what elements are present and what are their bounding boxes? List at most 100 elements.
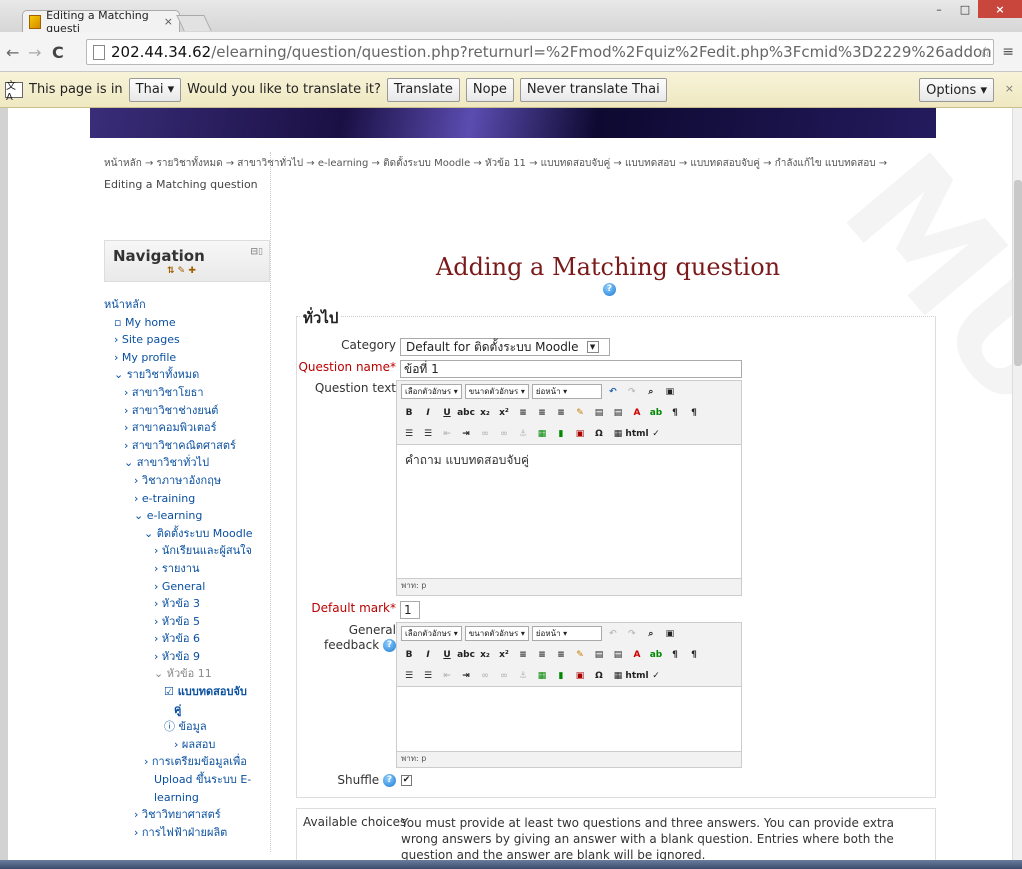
nav-tree-item[interactable]: › นักเรียนและผู้สนใจ (104, 542, 270, 560)
reload-icon[interactable]: C (52, 43, 64, 62)
html-source-icon[interactable]: html (625, 668, 648, 683)
strikethrough-icon[interactable]: abc (457, 647, 475, 662)
anchor-icon[interactable]: ⚓ (515, 426, 531, 441)
superscript-icon[interactable]: x² (496, 405, 512, 420)
equation-icon[interactable]: ▣ (572, 426, 588, 441)
nav-tree-item[interactable]: ⌄ สาขาวิชาทั่วไป (104, 454, 270, 472)
numbered-list-icon[interactable]: ☰ (420, 426, 436, 441)
ltr-icon[interactable]: ¶ (667, 647, 683, 662)
nav-tree-item[interactable]: › สาขาวิชาคณิตศาสตร์ (104, 437, 270, 455)
paste-word-icon[interactable]: ▤ (610, 647, 626, 662)
nav-tree-item[interactable]: learning (104, 789, 270, 807)
table-icon[interactable]: ▦ (610, 426, 626, 441)
maximize-button[interactable]: □ (952, 0, 978, 18)
find-icon[interactable]: ⌕ (643, 626, 659, 641)
close-window-button[interactable]: × (978, 0, 1022, 18)
question-name-input[interactable]: ข้อที่ 1 (400, 360, 742, 378)
rtl-icon[interactable]: ¶ (686, 647, 702, 662)
special-char-icon[interactable]: Ω (591, 668, 607, 683)
nav-tree-item[interactable]: › การเตรียมข้อมูลเพื่อ (104, 753, 270, 771)
nav-tree-item[interactable]: › Site pages (104, 331, 270, 349)
language-select[interactable]: Thai ▾ (128, 77, 182, 102)
anchor-icon[interactable]: ⚓ (515, 668, 531, 683)
nav-tree-item[interactable]: ▫ My home (104, 314, 270, 332)
category-select[interactable]: Default for ติดตั้งระบบ Moodle ▼ (400, 338, 610, 356)
nav-tree-item[interactable]: › สาขาวิชาช่างยนต์ (104, 402, 270, 420)
font-size-select[interactable]: ขนาดตัวอักษร ▾ (464, 384, 529, 399)
minimize-button[interactable]: – (926, 0, 952, 18)
outdent-icon[interactable]: ⇤ (439, 426, 455, 441)
indent-icon[interactable]: ⇥ (458, 668, 474, 683)
help-icon[interactable]: ? (383, 774, 396, 787)
general-feedback-area[interactable] (397, 686, 741, 752)
infobar-close-icon[interactable]: × (1005, 82, 1014, 95)
strikethrough-icon[interactable]: abc (457, 405, 475, 420)
nav-tree-item[interactable]: › e-training (104, 490, 270, 508)
underline-icon[interactable]: U (439, 405, 455, 420)
nav-tree-item[interactable]: คู่ (104, 701, 270, 719)
bold-icon[interactable]: B (401, 647, 417, 662)
text-color-icon[interactable]: A (629, 405, 645, 420)
highlight-icon[interactable]: ab (648, 405, 664, 420)
translate-button[interactable]: Translate (386, 77, 460, 102)
nav-tree-item[interactable]: › รายงาน (104, 560, 270, 578)
media-icon[interactable]: ▮ (553, 668, 569, 683)
page-scrollbar[interactable] (1012, 108, 1022, 860)
nav-tree-item[interactable]: ⌄ รายวิชาทั้งหมด (104, 366, 270, 384)
italic-icon[interactable]: I (420, 405, 436, 420)
underline-icon[interactable]: U (439, 647, 455, 662)
outdent-icon[interactable]: ⇤ (439, 668, 455, 683)
url-field[interactable]: 202.44.34.62 /elearning/question/questio… (86, 39, 994, 65)
align-left-icon[interactable]: ≡ (515, 405, 531, 420)
nav-tree-item[interactable]: › My profile (104, 349, 270, 367)
question-text-area[interactable]: คำถาม แบบทดสอบจับคู่ (397, 444, 741, 579)
superscript-icon[interactable]: x² (496, 647, 512, 662)
align-right-icon[interactable]: ≡ (553, 647, 569, 662)
spellcheck-icon[interactable]: ✓ (648, 426, 664, 441)
bullet-list-icon[interactable]: ☰ (401, 668, 417, 683)
font-family-select[interactable]: เลือกตัวอักษร ▾ (401, 626, 462, 641)
nav-tree-item[interactable]: › การไฟฟ้าฝ่ายผลิต (104, 824, 270, 842)
back-arrow-icon[interactable]: ← (6, 43, 19, 62)
default-mark-input[interactable]: 1 (400, 601, 420, 619)
block-move-icon[interactable]: ⇅ ✎ ✚ (167, 266, 196, 276)
nav-tree-item[interactable]: › หัวข้อ 9 (104, 648, 270, 666)
fullscreen-icon[interactable]: ▣ (662, 626, 678, 641)
image-icon[interactable]: ▦ (534, 426, 550, 441)
nav-tree-item[interactable]: ⌄ หัวข้อ 11 (104, 665, 270, 683)
align-center-icon[interactable]: ≡ (534, 647, 550, 662)
paste-icon[interactable]: ▤ (591, 405, 607, 420)
nav-tree-item[interactable]: ⌄ ติดตั้งระบบ Moodle (104, 525, 270, 543)
nav-tree-item[interactable]: › General (104, 578, 270, 596)
redo-icon[interactable]: ↷ (624, 626, 640, 641)
nav-tree-item[interactable]: › วิชาภาษาอังกฤษ (104, 472, 270, 490)
nav-tree-item[interactable]: › หัวข้อ 5 (104, 613, 270, 631)
nav-tree-item[interactable]: หน้าหลัก (104, 296, 270, 314)
align-left-icon[interactable]: ≡ (515, 647, 531, 662)
undo-icon[interactable]: ↶ (605, 384, 621, 399)
nav-tree-item[interactable]: Upload ขึ้นระบบ E- (104, 771, 270, 789)
link-icon[interactable]: ∞ (477, 668, 493, 683)
cleanup-icon[interactable]: ✎ (572, 405, 588, 420)
align-center-icon[interactable]: ≡ (534, 405, 550, 420)
subscript-icon[interactable]: x₂ (477, 405, 493, 420)
italic-icon[interactable]: I (420, 647, 436, 662)
find-icon[interactable]: ⌕ (643, 384, 659, 399)
unlink-icon[interactable]: ∞ (496, 426, 512, 441)
paragraph-select[interactable]: ย่อหน้า ▾ (531, 384, 602, 399)
nav-tree-item[interactable]: ☑ แบบทดสอบจับ (104, 683, 270, 701)
undo-icon[interactable]: ↶ (605, 626, 621, 641)
align-right-icon[interactable]: ≡ (553, 405, 569, 420)
options-button[interactable]: Options ▾ (919, 78, 994, 102)
nav-tree-item[interactable]: ⌄ e-learning (104, 507, 270, 525)
browser-tab[interactable]: Editing a Matching questi × (22, 9, 180, 35)
tab-close-icon[interactable]: × (164, 15, 173, 28)
bookmark-star-icon[interactable]: ☆ (979, 43, 992, 61)
paste-word-icon[interactable]: ▤ (610, 405, 626, 420)
bold-icon[interactable]: B (401, 405, 417, 420)
spellcheck-icon[interactable]: ✓ (648, 668, 664, 683)
nope-button[interactable]: Nope (465, 77, 514, 102)
numbered-list-icon[interactable]: ☰ (420, 668, 436, 683)
highlight-icon[interactable]: ab (648, 647, 664, 662)
rtl-icon[interactable]: ¶ (686, 405, 702, 420)
